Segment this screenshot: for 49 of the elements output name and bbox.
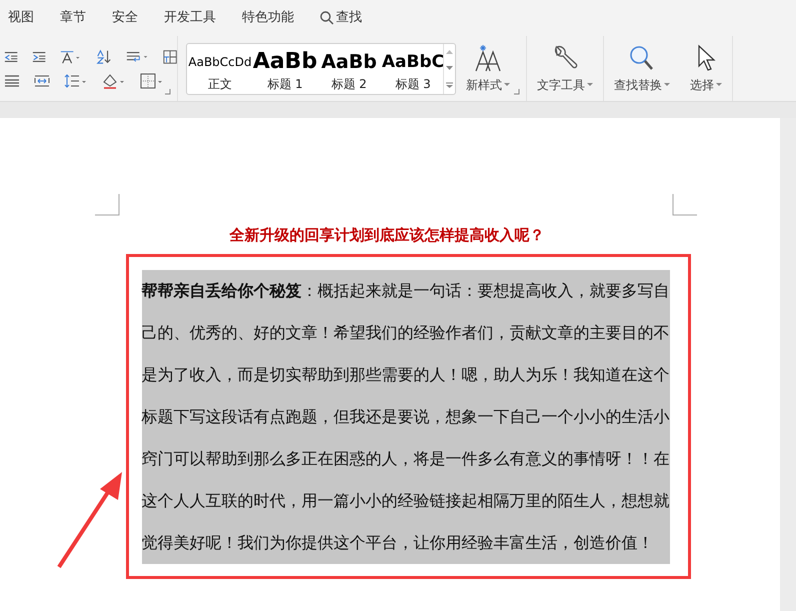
scroll-down-icon[interactable] xyxy=(446,66,453,70)
ribbon-button[interactable]: 新样式 xyxy=(464,44,512,94)
shading-icon[interactable] xyxy=(102,72,126,88)
style-option[interactable]: AaBb 标题 2 xyxy=(317,44,381,94)
line-spacing-icon[interactable] xyxy=(64,72,88,88)
more-styles-icon[interactable] xyxy=(446,82,453,88)
decrease-indent-icon[interactable] xyxy=(4,50,18,64)
increase-indent-icon[interactable] xyxy=(32,50,46,64)
search-button[interactable]: 查找 xyxy=(320,8,362,28)
style-name: 标题 1 xyxy=(267,76,303,92)
style-preview: AaBb xyxy=(252,48,318,76)
margin-corner-mark xyxy=(672,194,697,216)
style-option[interactable]: AaBbC 标题 3 xyxy=(381,44,443,94)
style-preview: AaBbC xyxy=(382,50,443,74)
style-preview: AaBbCcDd xyxy=(188,54,252,70)
new-style-icon xyxy=(473,44,503,72)
menu-tab[interactable]: 开发工具 xyxy=(164,8,216,28)
dropdown-caret-icon xyxy=(504,83,510,86)
style-preview: AaBb xyxy=(321,50,377,74)
style-option[interactable]: AaBb 标题 1 xyxy=(253,44,317,94)
menu-tab[interactable]: 安全 xyxy=(112,8,138,28)
search-icon xyxy=(320,11,334,25)
cursor-icon xyxy=(696,44,716,72)
distributed-icon[interactable] xyxy=(34,74,50,88)
dialog-launcher-icon[interactable] xyxy=(514,89,520,95)
justify-icon[interactable] xyxy=(4,74,20,88)
sort-icon[interactable] xyxy=(96,48,112,64)
menu-tab[interactable]: 视图 xyxy=(8,8,34,28)
style-name: 标题 2 xyxy=(331,76,367,92)
menu-tab[interactable]: 章节 xyxy=(60,8,86,28)
ribbon-button[interactable]: 查找替换 xyxy=(612,44,672,94)
document-heading: 全新升级的回享计划到底应该怎样提高收入呢？ xyxy=(230,225,544,246)
dialog-launcher-icon[interactable] xyxy=(165,89,171,95)
dropdown-caret-icon xyxy=(664,83,670,86)
character-spacing-icon[interactable] xyxy=(60,48,82,64)
paragraph-flow-icon[interactable] xyxy=(126,50,149,64)
paragraph: 帮帮亲自丢给你个秘笈：概括起来就是一句话：要想提高收入，就要多写自己的、优秀的、好的文章！希望我们的经验作者们，贡献文章的主要目的不是为了收入，而是切实帮助到那些需要的人！嗯，助人为乐！我知道在这个标题下写这段话有点跑题，但我还是要说，想象一下自己一个小小的生活小窍门可以帮助到那么多正在困惑的人，将是一件多么有意义的事情呀！！在这个人人互联的时代，用一篇小小的经验链接起相隔万里的陌生人，想想就觉得美好呢！我们为你提供这个平台，让你用经验丰富生活，创造价值！ xyxy=(142,270,670,564)
style-name: 标题 3 xyxy=(395,76,431,92)
ribbon-button[interactable]: 选择 xyxy=(688,44,724,94)
margin-corner-mark xyxy=(95,194,120,216)
borders-icon[interactable] xyxy=(140,72,164,88)
menu-tab[interactable]: 特色功能 xyxy=(242,8,294,28)
dropdown-caret-icon xyxy=(716,83,722,86)
search-icon xyxy=(629,44,655,72)
table-insert-icon[interactable] xyxy=(162,48,177,64)
ribbon-button[interactable]: 文字工具 xyxy=(535,44,595,94)
dropdown-caret-icon xyxy=(587,83,593,86)
style-name: 正文 xyxy=(208,76,232,92)
style-option[interactable]: AaBbCcDd 正文 xyxy=(187,44,253,94)
